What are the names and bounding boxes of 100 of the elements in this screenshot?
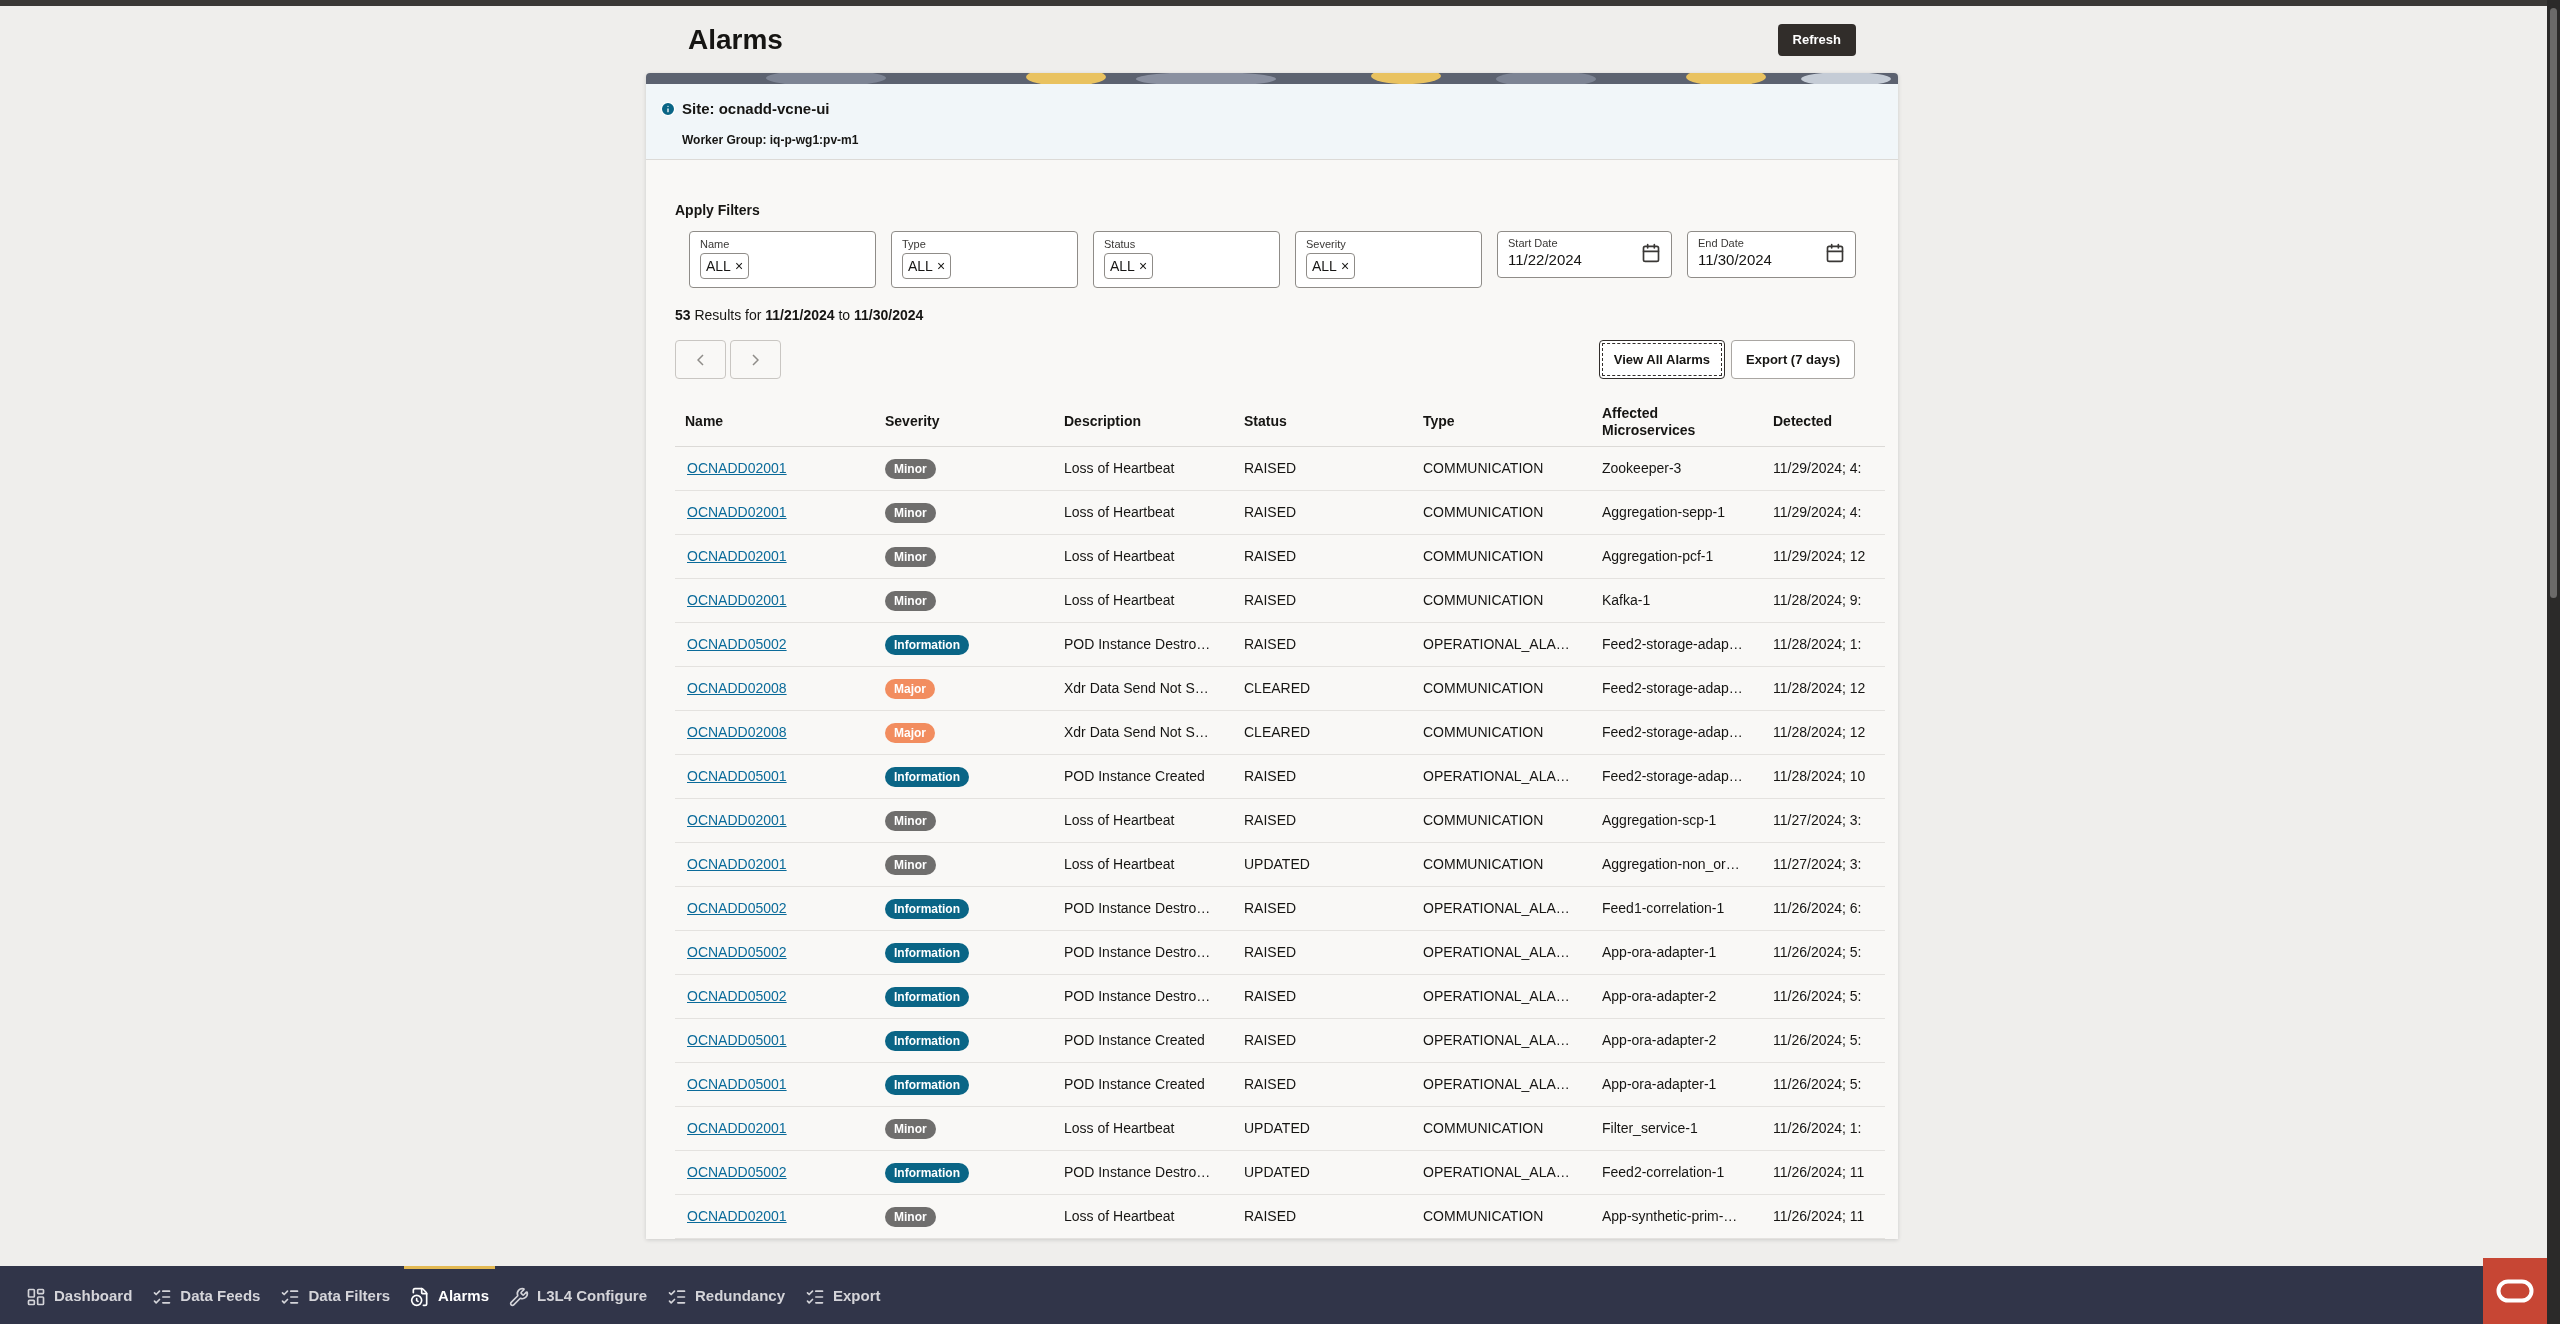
alarm-link[interactable]: OCNADD05002: [687, 944, 787, 960]
table-cell: UPDATED: [1244, 1120, 1310, 1136]
table-cell: RAISED: [1244, 460, 1297, 476]
date-field[interactable]: Start Date 11/22/2024: [1497, 231, 1672, 278]
table-cell: App-synthetic-prim-…: [1602, 1208, 1738, 1224]
severity-badge: Information: [885, 1075, 969, 1095]
table-cell: 11/28/2024; 12: [1773, 680, 1866, 696]
table-cell: Loss of Heartbeat: [1064, 460, 1175, 476]
alarm-link[interactable]: OCNADD05002: [687, 900, 787, 916]
alarm-link[interactable]: OCNADD02001: [687, 548, 787, 564]
nav-tab[interactable]: Data Feeds: [146, 1266, 267, 1324]
table-cell: 11/26/2024; 11: [1773, 1208, 1865, 1224]
nav-tab[interactable]: Export: [799, 1266, 887, 1324]
field-label: Severity: [1306, 238, 1347, 251]
table-cell: RAISED: [1244, 900, 1297, 916]
filter-field[interactable]: Severity ALL ×: [1295, 231, 1482, 288]
alarm-link[interactable]: OCNADD02008: [687, 680, 787, 696]
table-cell: OPERATIONAL_ALA…: [1423, 636, 1570, 652]
alarm-link[interactable]: OCNADD05001: [687, 1032, 787, 1048]
alarm-link[interactable]: OCNADD02001: [687, 504, 787, 520]
table-cell: Loss of Heartbeat: [1064, 592, 1175, 608]
results-summary: 53 Results for 11/21/2024 to 11/30/2024: [675, 307, 924, 323]
alarm-link[interactable]: OCNADD05002: [687, 636, 787, 652]
severity-badge: Minor: [885, 547, 936, 567]
alarm-link[interactable]: OCNADD02001: [687, 812, 787, 828]
table-cell: RAISED: [1244, 636, 1297, 652]
table-cell: COMMUNICATION: [1423, 1120, 1544, 1136]
filter-chip[interactable]: ALL ×: [902, 253, 952, 279]
chip-label: ALL: [1110, 256, 1135, 276]
nav-tab[interactable]: Alarms: [404, 1266, 495, 1324]
filter-field[interactable]: Status ALL ×: [1093, 231, 1280, 288]
table-cell: OPERATIONAL_ALA…: [1423, 900, 1570, 916]
alarm-link[interactable]: OCNADD02001: [687, 460, 787, 476]
calendar-icon[interactable]: [1825, 243, 1845, 263]
table-cell: Aggregation-non_or…: [1602, 856, 1740, 872]
chevron-right-icon: [752, 353, 759, 366]
alarm-link[interactable]: OCNADD05002: [687, 988, 787, 1004]
scrollbar[interactable]: [2547, 0, 2560, 1324]
severity-badge: Major: [885, 723, 935, 743]
table-cell: 11/27/2024; 3:: [1773, 812, 1862, 828]
table-cell: COMMUNICATION: [1423, 592, 1544, 608]
alarm-link[interactable]: OCNADD02001: [687, 1208, 787, 1224]
date-value: 11/30/2024: [1698, 250, 1772, 270]
table-cell: UPDATED: [1244, 1164, 1310, 1180]
table-cell: App-ora-adapter-1: [1602, 1076, 1717, 1092]
table-cell: POD Instance Destro…: [1064, 988, 1211, 1004]
severity-badge: Minor: [885, 1119, 936, 1139]
nav-tab[interactable]: Dashboard: [20, 1266, 139, 1324]
table-cell: Filter_service-1: [1602, 1120, 1698, 1136]
alarm-link[interactable]: OCNADD02001: [687, 856, 787, 872]
column-header: Name: [685, 413, 725, 430]
table-cell: Loss of Heartbeat: [1064, 812, 1175, 828]
table-cell: RAISED: [1244, 548, 1297, 564]
alarm-link[interactable]: OCNADD05002: [687, 1164, 787, 1180]
alarm-link[interactable]: OCNADD02008: [687, 724, 787, 740]
table-cell: 11/26/2024; 5:: [1773, 944, 1862, 960]
table-cell: Feed2-correlation-1: [1602, 1164, 1725, 1180]
calendar-icon[interactable]: [1641, 243, 1661, 263]
date-field[interactable]: End Date 11/30/2024: [1687, 231, 1856, 278]
table-cell: Feed2-storage-adap…: [1602, 724, 1743, 740]
alarm-link[interactable]: OCNADD02001: [687, 1120, 787, 1136]
table-cell: RAISED: [1244, 1208, 1297, 1224]
alarm-link[interactable]: OCNADD05001: [687, 1076, 787, 1092]
remove-chip[interactable]: ×: [1340, 255, 1350, 277]
table-cell: OPERATIONAL_ALA…: [1423, 944, 1570, 960]
action-button[interactable]: View All Alarms: [1598, 340, 1726, 379]
table-cell: App-ora-adapter-2: [1602, 1032, 1717, 1048]
remove-chip[interactable]: ×: [1138, 255, 1148, 277]
severity-badge: Major: [885, 679, 935, 699]
table-cell: POD Instance Created: [1064, 768, 1205, 784]
dashboard-icon: [26, 1286, 46, 1307]
refresh-button[interactable]: Refresh: [1777, 23, 1856, 56]
table-cell: Loss of Heartbeat: [1064, 1208, 1175, 1224]
logo-tile[interactable]: [2483, 1258, 2547, 1324]
nav-tab[interactable]: L3L4 Configure: [502, 1266, 653, 1324]
alarm-link[interactable]: OCNADD02001: [687, 592, 787, 608]
table-cell: COMMUNICATION: [1423, 460, 1544, 476]
table-cell: OPERATIONAL_ALA…: [1423, 768, 1570, 784]
remove-chip[interactable]: ×: [734, 255, 744, 277]
document-clock-icon: [410, 1286, 431, 1307]
table-cell: 11/26/2024; 5:: [1773, 1032, 1862, 1048]
nav-tab[interactable]: Redundancy: [661, 1266, 791, 1324]
table-cell: 11/28/2024; 10: [1773, 768, 1866, 784]
column-header: Description: [1064, 413, 1142, 430]
action-button[interactable]: Export (7 days): [1731, 340, 1855, 379]
oracle-logo-icon: [2496, 1279, 2534, 1303]
table-cell: 11/26/2024; 5:: [1773, 1076, 1862, 1092]
filter-chip[interactable]: ALL ×: [1104, 253, 1154, 279]
filter-chip[interactable]: ALL ×: [1306, 253, 1356, 279]
table-cell: App-ora-adapter-2: [1602, 988, 1717, 1004]
table-cell: POD Instance Destro…: [1064, 944, 1211, 960]
table-cell: 11/29/2024; 4:: [1773, 460, 1862, 476]
table-cell: OPERATIONAL_ALA…: [1423, 1076, 1570, 1092]
table-cell: RAISED: [1244, 768, 1297, 784]
remove-chip[interactable]: ×: [936, 255, 946, 277]
filter-field[interactable]: Type ALL ×: [891, 231, 1078, 288]
filter-field[interactable]: Name ALL ×: [689, 231, 876, 288]
alarm-link[interactable]: OCNADD05001: [687, 768, 787, 784]
nav-tab[interactable]: Data Filters: [274, 1266, 397, 1324]
filter-chip[interactable]: ALL ×: [700, 253, 750, 279]
